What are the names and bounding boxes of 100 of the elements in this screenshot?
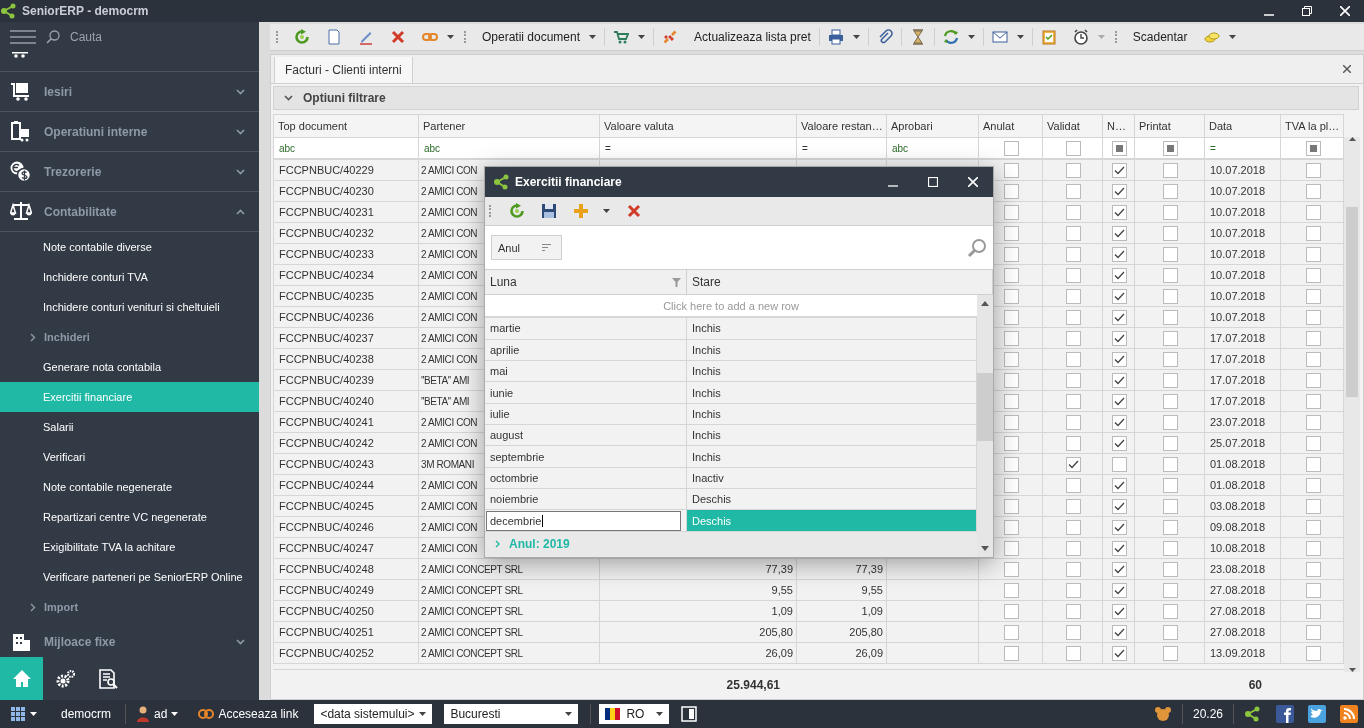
checkbox[interactable] — [1004, 477, 1019, 493]
column-header[interactable]: Stare — [687, 270, 993, 294]
caret-icon[interactable] — [967, 35, 975, 39]
checkbox[interactable] — [1004, 414, 1019, 430]
checkbox[interactable] — [1305, 519, 1321, 535]
filter-field[interactable]: = — [605, 142, 611, 154]
filter-field[interactable]: = — [1210, 142, 1216, 154]
checkbox[interactable] — [1305, 561, 1321, 577]
sidebar-item[interactable]: Inchidere conturi venituri si cheltuieli — [0, 292, 259, 322]
checkbox[interactable] — [1066, 393, 1081, 409]
checkbox[interactable] — [1066, 477, 1081, 493]
sync-icon[interactable] — [942, 29, 959, 45]
column-header[interactable]: Validat — [1042, 114, 1103, 138]
scroll-up-icon[interactable] — [1348, 137, 1356, 141]
checkbox[interactable] — [1112, 162, 1127, 178]
coins-icon[interactable] — [1203, 29, 1220, 45]
chevron-up-icon[interactable] — [236, 208, 245, 215]
checkbox[interactable] — [1163, 624, 1178, 640]
checkbox[interactable] — [1066, 519, 1081, 535]
window-icon[interactable] — [681, 706, 698, 722]
save-icon[interactable] — [541, 203, 557, 219]
checkbox[interactable] — [1004, 582, 1019, 598]
social-icon[interactable] — [1276, 705, 1294, 723]
checkbox[interactable] — [1004, 498, 1019, 514]
checkbox[interactable] — [1163, 477, 1178, 493]
checkbox[interactable] — [1004, 456, 1019, 472]
scroll-down-icon[interactable] — [1348, 668, 1356, 672]
checkbox[interactable] — [1163, 561, 1178, 577]
checkbox[interactable] — [1305, 351, 1321, 367]
sidebar-group[interactable]: Import — [0, 592, 259, 622]
cell-editor[interactable]: decembrie — [486, 510, 681, 531]
checkbox[interactable] — [1066, 372, 1081, 388]
checkbox[interactable] — [1163, 225, 1178, 241]
sidebar-section[interactable]: Contabilitate — [0, 192, 259, 232]
caret-icon[interactable] — [638, 35, 646, 39]
checkbox[interactable] — [1112, 477, 1127, 493]
checkbox[interactable] — [1305, 330, 1321, 346]
checkbox[interactable] — [1305, 309, 1321, 325]
checkbox[interactable] — [1163, 351, 1178, 367]
logo-icon[interactable] — [1244, 706, 1262, 722]
checkbox[interactable] — [1163, 372, 1178, 388]
checkbox[interactable] — [1163, 204, 1178, 220]
checkbox[interactable] — [1004, 330, 1019, 346]
checkbox[interactable] — [1112, 330, 1127, 346]
checkbox[interactable] — [1305, 540, 1321, 556]
checkbox[interactable] — [1066, 435, 1081, 451]
column-header[interactable]: Valoare restan… — [796, 114, 887, 138]
column-header[interactable]: N… — [1102, 114, 1135, 138]
checkbox[interactable] — [1305, 140, 1321, 156]
table-row[interactable]: decembrie Deschis — [485, 510, 977, 532]
delete-icon[interactable] — [390, 29, 406, 45]
checkbox[interactable] — [1305, 288, 1321, 304]
checkbox[interactable] — [1163, 330, 1178, 346]
table-row[interactable]: iunie Inchis — [485, 382, 977, 404]
checkbox[interactable] — [1305, 225, 1321, 241]
checkbox[interactable] — [1004, 519, 1019, 535]
checkbox[interactable] — [1112, 540, 1127, 556]
table-row[interactable]: aprilie Inchis — [485, 339, 977, 361]
checkbox[interactable] — [1112, 288, 1127, 304]
checkbox[interactable] — [1066, 351, 1081, 367]
checkbox[interactable] — [1305, 162, 1321, 178]
caret-icon[interactable] — [589, 35, 597, 39]
checkbox[interactable] — [1004, 603, 1019, 619]
user-icon[interactable] — [136, 706, 150, 722]
checkbox[interactable] — [1163, 267, 1178, 283]
checkbox[interactable] — [1163, 183, 1178, 199]
checkbox[interactable] — [1112, 645, 1127, 661]
checkbox[interactable] — [1004, 267, 1019, 283]
checkbox[interactable] — [1004, 183, 1019, 199]
checkbox[interactable] — [1066, 645, 1081, 661]
chevron-down-icon[interactable] — [236, 128, 245, 135]
checkbox[interactable] — [1112, 204, 1127, 220]
refresh-icon[interactable] — [294, 29, 310, 45]
checkbox[interactable] — [1305, 624, 1321, 640]
checkbox[interactable] — [1163, 540, 1178, 556]
sidebar-section[interactable]: Operatiuni interne — [0, 112, 259, 152]
sidebar-item[interactable]: Note contabile diverse — [0, 232, 259, 262]
checkbox[interactable] — [1004, 435, 1019, 451]
checkbox[interactable] — [1112, 498, 1127, 514]
checkbox[interactable] — [1163, 519, 1178, 535]
checkbox[interactable] — [1112, 624, 1127, 640]
column-header[interactable]: Data — [1204, 114, 1281, 138]
restore-icon[interactable] — [1302, 6, 1312, 16]
checkbox[interactable] — [1305, 393, 1321, 409]
checkbox[interactable] — [1112, 603, 1127, 619]
checkbox[interactable] — [1112, 414, 1127, 430]
sidebar-item[interactable]: Generare nota contabila — [0, 352, 259, 382]
delete-icon[interactable] — [626, 203, 642, 219]
date-dropdown[interactable]: <data sistemului> — [314, 704, 433, 724]
column-header[interactable]: Anulat — [978, 114, 1043, 138]
checkbox[interactable] — [1112, 246, 1127, 262]
checkbox[interactable] — [1305, 435, 1321, 451]
caret-icon[interactable] — [852, 35, 860, 39]
caret-icon[interactable] — [30, 712, 37, 716]
sidebar-group[interactable]: Inchideri — [0, 322, 259, 352]
checkbox[interactable] — [1163, 645, 1178, 661]
checkbox[interactable] — [1305, 582, 1321, 598]
checkbox[interactable] — [1066, 603, 1081, 619]
caret-icon[interactable] — [1228, 35, 1236, 39]
chevron-down-icon[interactable] — [236, 88, 245, 95]
